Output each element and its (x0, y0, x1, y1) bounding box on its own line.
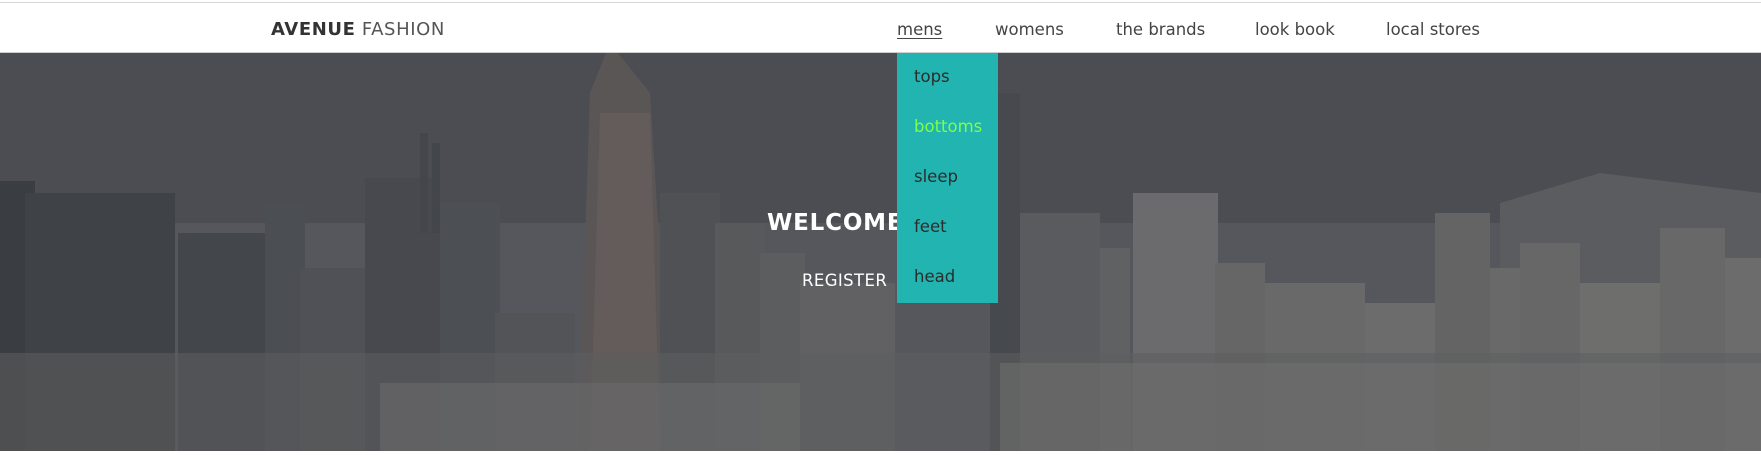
mens-dropdown-menu: tops bottoms sleep feet head (897, 53, 998, 303)
hero-title: WELCOME (767, 210, 904, 236)
dropdown-item-bottoms[interactable]: bottoms (914, 117, 982, 136)
hero-dim-overlay (0, 53, 1761, 451)
bottom-divider (0, 451, 1761, 455)
site-header: AVENUE FASHION mens womens the brands lo… (0, 3, 1761, 53)
brand-name-bold: AVENUE (271, 19, 356, 40)
page: AVENUE FASHION mens womens the brands lo… (0, 0, 1761, 455)
hero-register-link[interactable]: REGISTER (802, 271, 887, 290)
nav-item-the-brands[interactable]: the brands (1116, 20, 1205, 39)
nav-item-local-stores[interactable]: local stores (1386, 20, 1480, 39)
hero-banner: WELCOME REGISTER (0, 53, 1761, 451)
brand-name-light: FASHION (361, 19, 445, 40)
nav-item-mens[interactable]: mens (897, 20, 942, 39)
nav-item-womens[interactable]: womens (995, 20, 1064, 39)
nav-item-look-book[interactable]: look book (1255, 20, 1335, 39)
dropdown-item-tops[interactable]: tops (914, 67, 950, 86)
dropdown-item-head[interactable]: head (914, 267, 955, 286)
dropdown-item-sleep[interactable]: sleep (914, 167, 958, 186)
dropdown-item-feet[interactable]: feet (914, 217, 947, 236)
brand-logo[interactable]: AVENUE FASHION (271, 19, 445, 40)
